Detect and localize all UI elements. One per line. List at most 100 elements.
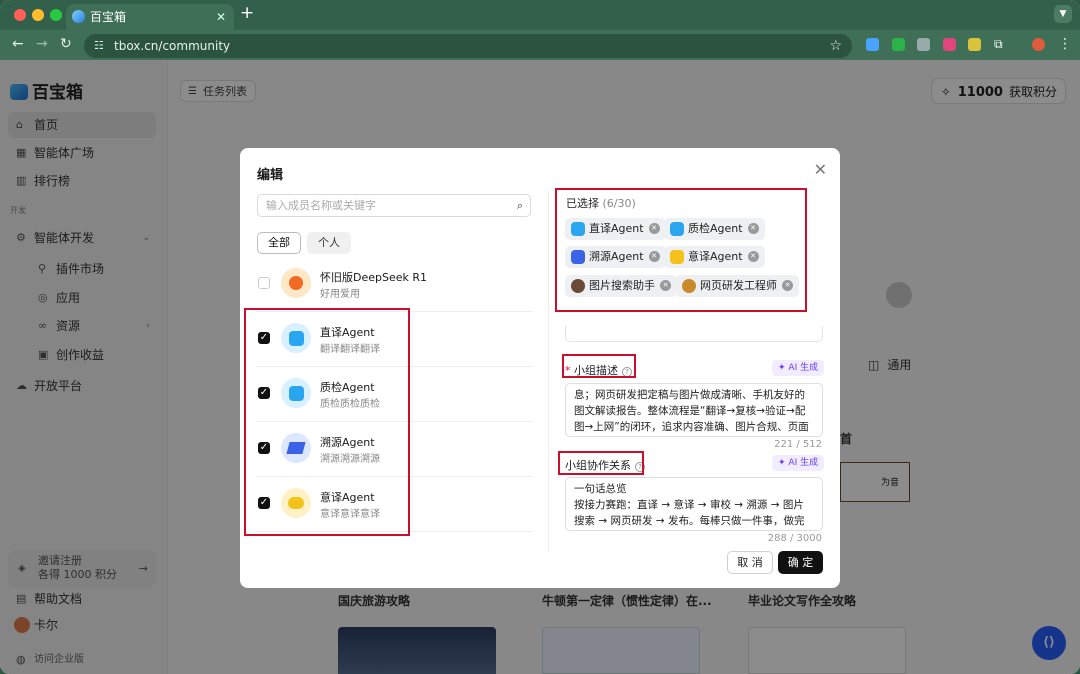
selected-chip[interactable]: 图片搜索助手 ✕ (565, 275, 677, 297)
ai-generate-collab-button[interactable]: ✦ AI 生成 (772, 455, 825, 471)
search-icon[interactable]: ⌕ (517, 195, 523, 216)
web-dev-avatar-icon (682, 279, 696, 293)
qc-agent-icon (670, 222, 684, 236)
filter-tab-all[interactable]: 全部 (257, 232, 301, 254)
browser-menu-icon[interactable]: ⋮ (1058, 36, 1072, 52)
maximize-window-button[interactable] (50, 9, 62, 21)
group-desc-counter: 221 / 512 (774, 439, 822, 450)
agent-desc: 意译意译意译 (320, 509, 380, 520)
close-icon[interactable]: ✕ (814, 160, 827, 179)
extensions-puzzle-icon[interactable]: ⧉ (994, 38, 1007, 51)
remove-icon[interactable]: ✕ (747, 251, 759, 262)
edit-modal: 编辑 ✕ 输入成员名称或关键字 ⌕ 全部 个人 怀旧版DeepSeek R1 好用… (240, 148, 840, 588)
agent-desc: 溯源溯源溯源 (320, 454, 380, 465)
extension-pin-icon[interactable] (866, 38, 879, 51)
agent-name: 直译Agent (320, 326, 375, 339)
list-item[interactable]: ✓ 质检Agent 质检质检质检 (255, 367, 533, 422)
modal-title: 编辑 (257, 168, 284, 183)
chip-label: 意译Agent (688, 250, 743, 263)
chip-label: 图片搜索助手 (589, 279, 655, 292)
help-icon[interactable]: ? (622, 367, 632, 377)
confirm-button[interactable]: 确 定 (778, 551, 823, 574)
agent-checkbox[interactable]: ✓ (258, 387, 270, 399)
translate-agent-avatar-icon (281, 323, 311, 353)
site-settings-icon[interactable]: ☷ (94, 34, 104, 58)
filter-tab-personal[interactable]: 个人 (307, 232, 351, 254)
minimize-window-button[interactable] (32, 9, 44, 21)
list-item[interactable]: 怀旧版DeepSeek R1 好用爱用 (255, 257, 533, 312)
agent-checkbox[interactable]: ✓ (258, 442, 270, 454)
url-text: tbox.cn/community (114, 39, 231, 53)
scrolled-field-edge (565, 326, 823, 342)
new-tab-icon[interactable]: + (240, 3, 254, 23)
agent-name: 质检Agent (320, 381, 375, 394)
extension-tool-icon[interactable] (968, 38, 981, 51)
column-divider (548, 192, 549, 552)
ai-generate-label: AI 生成 (788, 458, 819, 468)
close-window-button[interactable] (14, 9, 26, 21)
selected-chip[interactable]: 网页研发工程师 ✕ (676, 275, 799, 297)
selected-chip[interactable]: 溯源Agent ✕ (565, 246, 666, 268)
agent-desc: 好用爱用 (320, 289, 360, 300)
deepseek-avatar-icon (281, 268, 311, 298)
agent-checkbox[interactable]: ✓ (258, 497, 270, 509)
extension-translate-icon[interactable] (943, 38, 956, 51)
extension-check-icon[interactable] (892, 38, 905, 51)
selected-chip[interactable]: 质检Agent ✕ (664, 218, 765, 240)
profile-avatar[interactable] (1032, 38, 1045, 51)
chip-label: 质检Agent (688, 222, 743, 235)
collab-text-line: 一句话总览 (574, 483, 627, 495)
search-placeholder: 输入成员名称或关键字 (266, 199, 376, 212)
group-desc-textarea[interactable]: 息；网页研发把定稿与图片做成清晰、手机友好的图文解读报告。整体流程是“翻译→复核… (565, 383, 823, 437)
agent-desc: 质检质检质检 (320, 399, 380, 410)
group-desc-text: 息；网页研发把定稿与图片做成清晰、手机友好的图文解读报告。整体流程是“翻译→复核… (574, 389, 809, 433)
collab-counter: 288 / 3000 (767, 533, 822, 544)
remove-icon[interactable]: ✕ (648, 251, 660, 262)
selected-chip[interactable]: 意译Agent ✕ (664, 246, 765, 268)
tab-search-chevron-icon[interactable]: ▼ (1054, 5, 1072, 23)
agent-checkbox[interactable] (258, 277, 270, 289)
trace-agent-icon (571, 250, 585, 264)
agent-name: 溯源Agent (320, 436, 375, 449)
trace-agent-avatar-icon (281, 433, 311, 463)
sparkle-icon: ✦ (778, 363, 789, 373)
cancel-button[interactable]: 取 消 (727, 551, 773, 574)
extension-camera-icon[interactable] (917, 38, 930, 51)
chip-label: 溯源Agent (589, 250, 644, 263)
address-bar[interactable]: ☷ tbox.cn/community ☆ (84, 34, 852, 58)
ai-generate-label: AI 生成 (788, 363, 819, 373)
collab-textarea[interactable]: 一句话总览 按接力赛跑：直译 → 意译 → 审校 → 溯源 → 图片搜索 → 网… (565, 477, 823, 531)
selected-chip[interactable]: 直译Agent ✕ (565, 218, 666, 240)
list-item[interactable]: ✓ 意译Agent 意译意译意译 (255, 477, 533, 532)
back-icon[interactable]: ← (12, 36, 24, 52)
liberal-agent-avatar-icon (281, 488, 311, 518)
collab-label: 小组协作关系? (565, 457, 645, 473)
remove-icon[interactable]: ✕ (660, 280, 671, 291)
bookmark-star-icon[interactable]: ☆ (829, 34, 842, 58)
sparkle-icon: ✦ (778, 458, 789, 468)
browser-tab[interactable]: 百宝箱 ✕ (66, 4, 234, 30)
chip-label: 网页研发工程师 (700, 279, 777, 292)
remove-icon[interactable]: ✕ (747, 223, 759, 234)
list-item[interactable]: ✓ 溯源Agent 溯源溯源溯源 (255, 422, 533, 477)
remove-icon[interactable]: ✕ (648, 223, 660, 234)
list-item[interactable]: ✓ 直译Agent 翻译翻译翻译 (255, 312, 533, 367)
forward-icon[interactable]: → (36, 36, 48, 52)
help-icon[interactable]: ? (635, 462, 645, 472)
tab-title: 百宝箱 (90, 10, 127, 24)
reload-icon[interactable]: ↻ (60, 36, 72, 52)
member-search-input[interactable]: 输入成员名称或关键字 ⌕ (257, 194, 531, 217)
agent-checkbox[interactable]: ✓ (258, 332, 270, 344)
close-tab-icon[interactable]: ✕ (216, 4, 226, 30)
browser-window: 百宝箱 ✕ + ▼ ← → ↻ ☷ tbox.cn/community ☆ ⧉ … (0, 0, 1080, 674)
image-search-avatar-icon (571, 279, 585, 293)
selected-label: 已选择 (6/30) (566, 195, 636, 211)
remove-icon[interactable]: ✕ (782, 280, 793, 291)
collab-text-line: 按接力赛跑：直译 → 意译 → 审校 → 溯源 → 图片搜索 → 网页研发 → … (574, 499, 805, 527)
ai-generate-desc-button[interactable]: ✦ AI 生成 (772, 360, 825, 376)
browser-toolbar: ← → ↻ ☷ tbox.cn/community ☆ ⧉ ⋮ (0, 30, 1080, 60)
qc-agent-avatar-icon (281, 378, 311, 408)
selected-count: (6/30) (602, 197, 636, 210)
agent-name: 怀旧版DeepSeek R1 (320, 271, 428, 284)
group-desc-label: * 小组描述? (565, 362, 632, 378)
